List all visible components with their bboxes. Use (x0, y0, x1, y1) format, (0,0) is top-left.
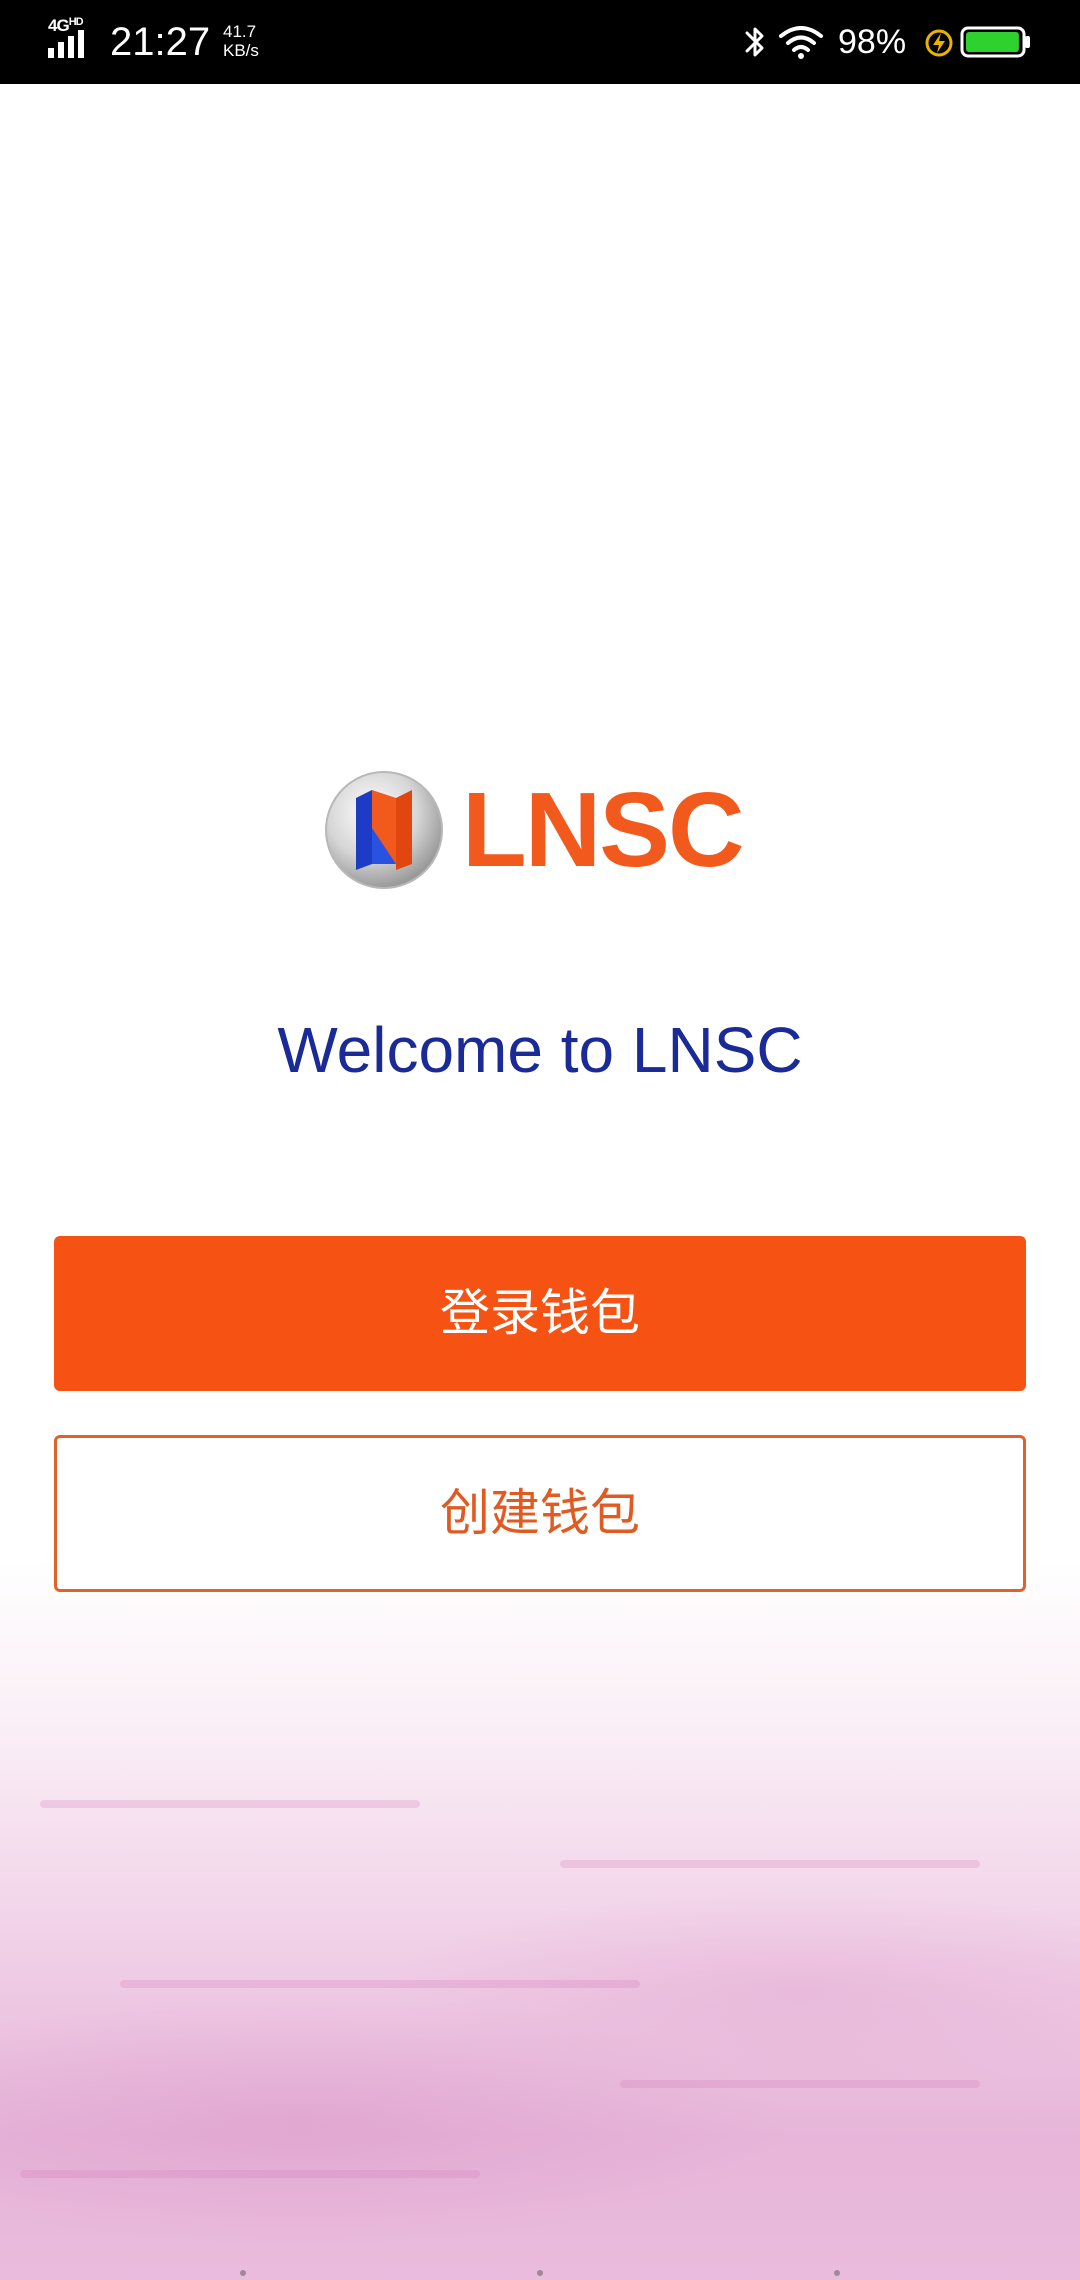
welcome-screen: 4GHD 21:27 41.7 KB/s 98% LNSC Welcome to… (0, 0, 1080, 2280)
page-dot (537, 2270, 543, 2276)
battery-percent: 98% (838, 23, 907, 61)
bluetooth-icon (745, 27, 764, 57)
network-type: 4GHD (48, 16, 84, 35)
charging-icon (925, 29, 953, 57)
network-speed: 41.7 KB/s (223, 22, 259, 60)
welcome-title: Welcome to LNSC (277, 1014, 803, 1086)
app-logo: LNSC (322, 768, 762, 894)
status-time: 21:27 (110, 20, 211, 64)
background-watercolor (0, 1560, 1080, 2280)
page-dot (240, 2270, 246, 2276)
page-dot (834, 2270, 840, 2276)
login-wallet-button[interactable]: 登录钱包 (54, 1236, 1026, 1391)
logo-text: LNSC (462, 771, 745, 889)
wifi-icon (779, 26, 823, 59)
status-bar: 4GHD 21:27 41.7 KB/s 98% (0, 0, 1080, 84)
create-wallet-button[interactable]: 创建钱包 (54, 1435, 1026, 1592)
battery-icon (960, 26, 1030, 58)
battery-fill (966, 32, 1019, 52)
logo-mark-icon (325, 771, 443, 889)
